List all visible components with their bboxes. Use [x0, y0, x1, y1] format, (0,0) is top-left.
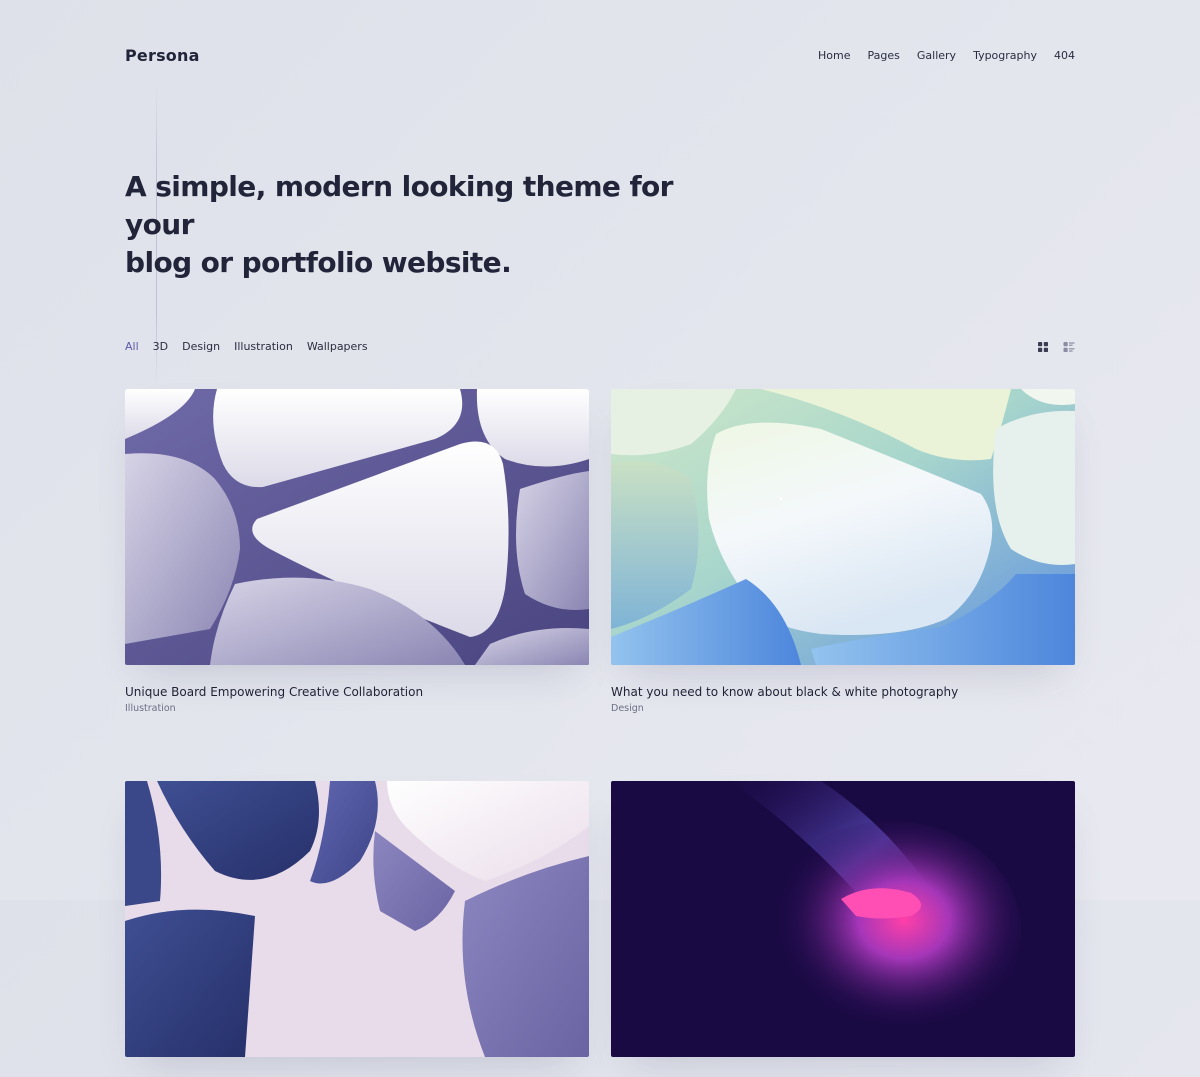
post-title[interactable]: Unique Board Empowering Creative Collabo… [125, 685, 589, 699]
main-nav: Home Pages Gallery Typography 404 [818, 49, 1075, 62]
hero-line-1: A simple, modern looking theme for your [125, 170, 673, 241]
post-image[interactable] [125, 781, 589, 1057]
nav-gallery[interactable]: Gallery [917, 49, 956, 62]
view-toggle [1037, 341, 1075, 353]
green-blue-voronoi-artwork [611, 389, 1075, 665]
filter-design[interactable]: Design [182, 340, 220, 353]
hero-line-2: blog or portfolio website. [125, 246, 512, 279]
post-card[interactable] [125, 781, 589, 1077]
post-image[interactable] [125, 389, 589, 665]
post-card[interactable] [611, 781, 1075, 1077]
site-logo[interactable]: Persona [125, 46, 200, 65]
post-image[interactable] [611, 781, 1075, 1057]
category-filters: All 3D Design Illustration Wallpapers [125, 340, 368, 353]
nav-typography[interactable]: Typography [973, 49, 1037, 62]
post-category[interactable]: Illustration [125, 703, 589, 714]
post-card[interactable]: Unique Board Empowering Creative Collabo… [125, 389, 589, 714]
post-title[interactable]: What you need to know about black & whit… [611, 685, 1075, 699]
list-view-icon[interactable] [1063, 341, 1075, 353]
site-header: Persona Home Pages Gallery Typography 40… [125, 40, 1075, 70]
nav-pages[interactable]: Pages [868, 49, 900, 62]
filter-illustration[interactable]: Illustration [234, 340, 293, 353]
nav-404[interactable]: 404 [1054, 49, 1075, 62]
nav-home[interactable]: Home [818, 49, 850, 62]
filter-3d[interactable]: 3D [153, 340, 168, 353]
hero-heading: A simple, modern looking theme for your … [125, 168, 725, 282]
grid-view-icon[interactable] [1037, 341, 1049, 353]
filter-wallpapers[interactable]: Wallpapers [307, 340, 368, 353]
filter-all[interactable]: All [125, 340, 139, 353]
post-card[interactable]: What you need to know about black & whit… [611, 389, 1075, 714]
neon-gradient-artwork [611, 781, 1075, 1057]
post-image[interactable] [611, 389, 1075, 665]
post-category[interactable]: Design [611, 703, 1075, 714]
purple-voronoi-artwork [125, 389, 589, 665]
indigo-voronoi-artwork [125, 781, 589, 1057]
